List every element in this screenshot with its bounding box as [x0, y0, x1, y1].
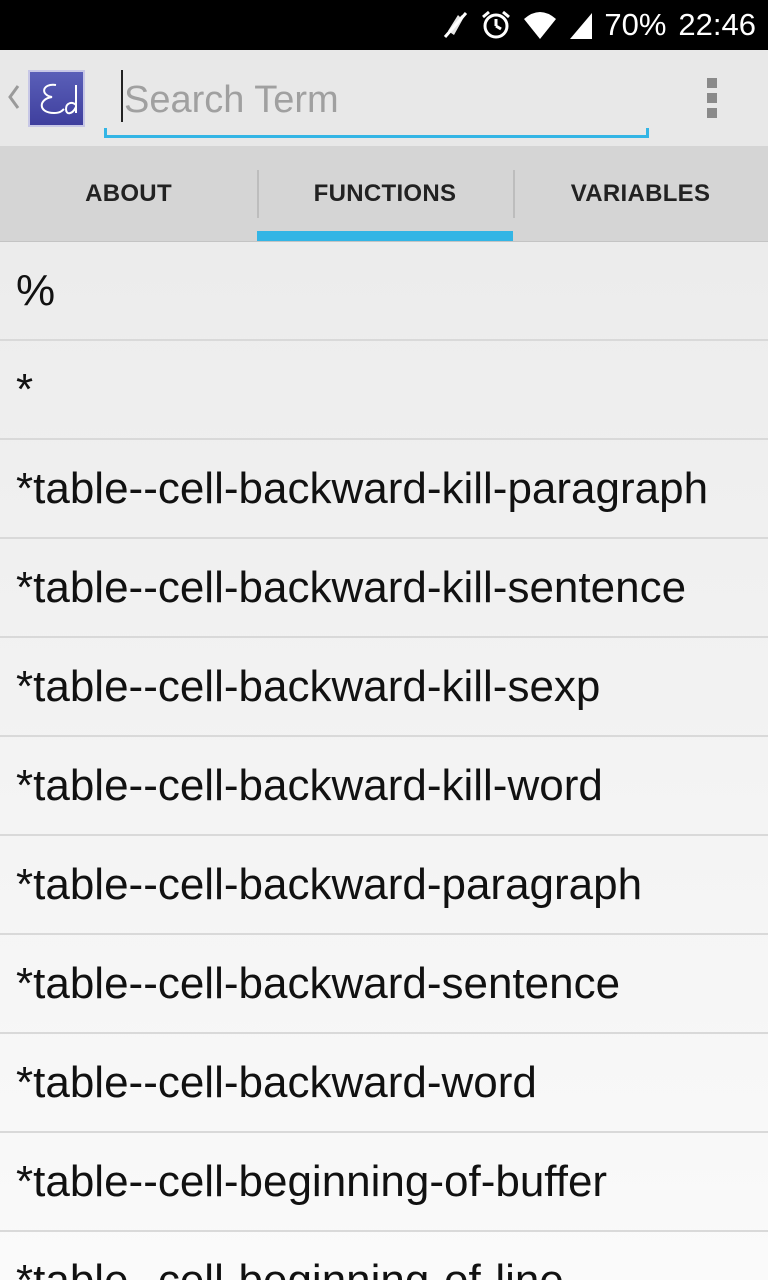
- wifi-icon: [522, 0, 558, 50]
- list-item-label: *table--cell-backward-sentence: [16, 958, 621, 1008]
- list-item[interactable]: *table--cell-backward-kill-sexp: [0, 638, 768, 737]
- list-item[interactable]: *table--cell-beginning-of-buffer: [0, 1133, 768, 1232]
- alarm-icon: [480, 0, 512, 50]
- list-item-label: *table--cell-beginning-of-line: [16, 1255, 564, 1280]
- list-item[interactable]: *table--cell-beginning-of-line: [0, 1232, 768, 1280]
- list-item-label: *: [16, 364, 34, 414]
- signal-icon: [568, 0, 594, 50]
- list-item-label: *table--cell-backward-kill-paragraph: [16, 463, 709, 513]
- action-bar: [0, 50, 768, 146]
- overflow-menu-icon[interactable]: [690, 72, 734, 124]
- tab-variables[interactable]: VARIABLES: [513, 146, 768, 241]
- battery-level: 70%: [604, 7, 667, 42]
- list-item[interactable]: *table--cell-backward-word: [0, 1034, 768, 1133]
- up-caret-icon[interactable]: [6, 80, 24, 120]
- list-item[interactable]: %: [0, 242, 768, 341]
- selected-tab-indicator: [257, 231, 513, 241]
- tab-label: VARIABLES: [570, 179, 711, 207]
- list-item-label: *table--cell-beginning-of-buffer: [16, 1156, 608, 1206]
- list-item[interactable]: *table--cell-backward-kill-sentence: [0, 539, 768, 638]
- list-item-label: *table--cell-backward-kill-word: [16, 760, 603, 810]
- list-item[interactable]: *: [0, 341, 768, 440]
- tab-about[interactable]: ABOUT: [0, 146, 257, 241]
- clock: 22:46: [678, 7, 756, 42]
- tab-functions[interactable]: FUNCTIONS: [257, 146, 513, 241]
- mute-icon: [440, 0, 470, 50]
- list-item[interactable]: *table--cell-backward-kill-paragraph: [0, 440, 768, 539]
- tab-label: ABOUT: [85, 179, 172, 207]
- list-item-label: *table--cell-backward-kill-sentence: [16, 562, 687, 612]
- text-cursor: [121, 70, 123, 122]
- list-item[interactable]: *table--cell-backward-sentence: [0, 935, 768, 1034]
- app-logo[interactable]: [28, 70, 85, 127]
- list-item-label: *table--cell-backward-word: [16, 1057, 537, 1107]
- list-item-label: *table--cell-backward-paragraph: [16, 859, 643, 909]
- search-input[interactable]: [120, 74, 640, 126]
- tab-bar: ABOUT FUNCTIONS VARIABLES: [0, 146, 768, 242]
- status-bar: 70% 22:46: [0, 0, 768, 50]
- tab-label: FUNCTIONS: [313, 179, 457, 207]
- list-item[interactable]: *table--cell-backward-kill-word: [0, 737, 768, 836]
- list-item-label: *table--cell-backward-kill-sexp: [16, 661, 601, 711]
- search-field[interactable]: [104, 68, 649, 138]
- functions-list: % * *table--cell-backward-kill-paragraph…: [0, 242, 768, 1280]
- list-item-label: %: [16, 265, 56, 315]
- list-item[interactable]: *table--cell-backward-paragraph: [0, 836, 768, 935]
